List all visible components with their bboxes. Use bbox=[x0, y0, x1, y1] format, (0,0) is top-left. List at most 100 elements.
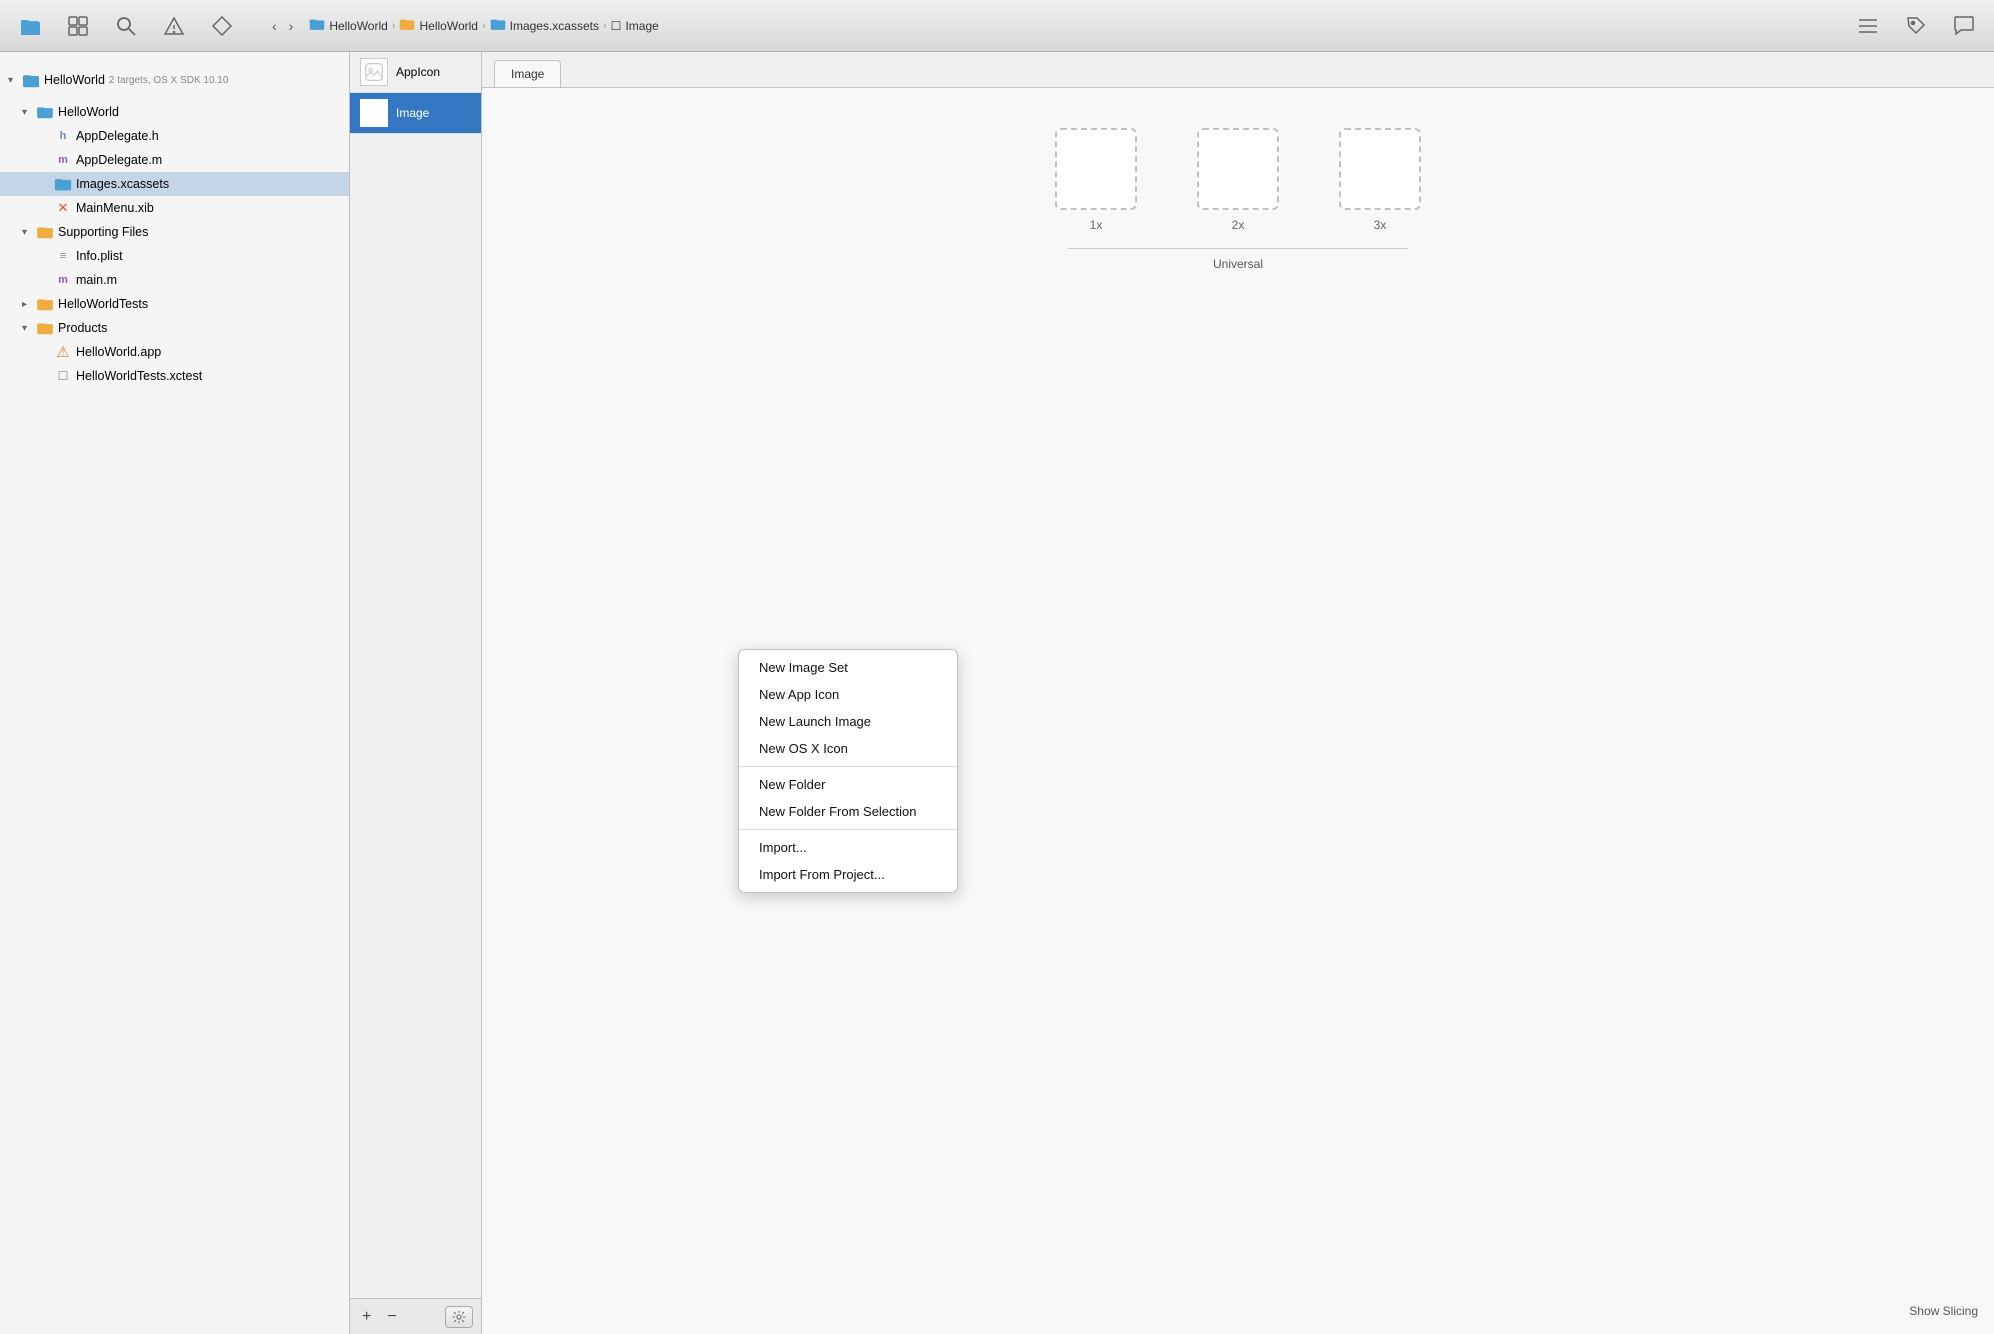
slot-label-2x: 2x bbox=[1232, 218, 1245, 232]
sidebar-item-helloworldtests-xctest[interactable]: ☐ HelloWorldTests.xctest bbox=[0, 364, 349, 388]
main-m-icon: m bbox=[54, 272, 72, 288]
context-menu-item-import[interactable]: Import... bbox=[739, 834, 957, 861]
sidebar-item-supporting-files[interactable]: Supporting Files bbox=[0, 220, 349, 244]
image-thumb bbox=[360, 99, 388, 127]
breadcrumb-forward[interactable]: › bbox=[285, 16, 298, 36]
editor-tab-bar: Image bbox=[482, 52, 1994, 88]
folder-icon[interactable] bbox=[16, 12, 44, 40]
breadcrumb: ‹ › HelloWorld › HelloWorld › Images.xca… bbox=[256, 16, 1834, 36]
mainmenu-xib-icon: ✕ bbox=[54, 200, 72, 216]
show-slicing-button[interactable]: Show Slicing bbox=[1909, 1304, 1978, 1318]
chat-icon[interactable] bbox=[1950, 12, 1978, 40]
slot-label-3x: 3x bbox=[1374, 218, 1387, 232]
breadcrumb-item-image[interactable]: ☐ Image bbox=[611, 19, 659, 33]
universal-label: Universal bbox=[1068, 248, 1408, 271]
appdelegate-h-label: AppDelegate.h bbox=[76, 129, 159, 143]
products-icon bbox=[36, 320, 54, 336]
image-slot-3x[interactable]: 3x bbox=[1339, 128, 1421, 232]
tag-icon[interactable] bbox=[1902, 12, 1930, 40]
breadcrumb-back[interactable]: ‹ bbox=[268, 16, 281, 36]
image-slot-2x[interactable]: 2x bbox=[1197, 128, 1279, 232]
context-menu-item-new-launch-image[interactable]: New Launch Image bbox=[739, 708, 957, 735]
sidebar-item-appdelegate-h[interactable]: h AppDelegate.h bbox=[0, 124, 349, 148]
helloworldtests-xctest-icon: ☐ bbox=[54, 368, 72, 384]
breadcrumb-item-helloworld[interactable]: HelloWorld bbox=[399, 17, 477, 34]
context-menu-item-new-folder-from-selection[interactable]: New Folder From Selection bbox=[739, 798, 957, 825]
main-m-label: main.m bbox=[76, 273, 117, 287]
breadcrumb-label-image: Image bbox=[625, 19, 658, 33]
helloworldtests-label: HelloWorldTests bbox=[58, 297, 148, 311]
diamond-icon[interactable] bbox=[208, 12, 236, 40]
asset-item-image[interactable]: Image bbox=[350, 93, 481, 134]
context-menu: New Image Set New App Icon New Launch Im… bbox=[738, 649, 958, 893]
context-menu-item-new-app-icon[interactable]: New App Icon bbox=[739, 681, 957, 708]
context-menu-divider-2 bbox=[739, 829, 957, 830]
products-label: Products bbox=[58, 321, 107, 335]
breadcrumb-label-xcassets: Images.xcassets bbox=[510, 19, 599, 33]
breadcrumb-item-xcassets[interactable]: Images.xcassets bbox=[490, 17, 599, 34]
warning-icon[interactable] bbox=[160, 12, 188, 40]
breadcrumb-folder-icon-1 bbox=[399, 17, 415, 34]
helloworldtests-arrow bbox=[22, 299, 36, 310]
breadcrumb-item-project[interactable]: HelloWorld bbox=[309, 17, 387, 34]
toolbar: ‹ › HelloWorld › HelloWorld › Images.xca… bbox=[0, 0, 1994, 52]
sidebar-item-helloworldtests[interactable]: HelloWorldTests bbox=[0, 292, 349, 316]
images-xcassets-label: Images.xcassets bbox=[76, 177, 169, 191]
supporting-files-arrow bbox=[22, 227, 36, 238]
editor-panel: Image 1x 2x 3x U bbox=[482, 52, 1994, 1334]
context-menu-item-import-from-project[interactable]: Import From Project... bbox=[739, 861, 957, 888]
asset-item-appicon[interactable]: AppIcon bbox=[350, 52, 481, 93]
slot-box-2x[interactable] bbox=[1197, 128, 1279, 210]
helloworld-group-arrow bbox=[22, 107, 36, 118]
editor-tab-image[interactable]: Image bbox=[494, 60, 561, 87]
breadcrumb-xcassets-icon bbox=[490, 17, 506, 34]
editor-content: 1x 2x 3x Universal bbox=[482, 88, 1994, 1334]
image-slots-row-universal: 1x 2x 3x bbox=[1055, 128, 1421, 232]
sidebar-item-mainmenu-xib[interactable]: ✕ MainMenu.xib bbox=[0, 196, 349, 220]
breadcrumb-label-helloworld: HelloWorld bbox=[329, 19, 387, 33]
breadcrumb-nav: ‹ › bbox=[268, 16, 297, 36]
appdelegate-m-icon: m bbox=[54, 152, 72, 168]
helloworldtests-icon bbox=[36, 296, 54, 312]
project-name: HelloWorld bbox=[44, 73, 105, 87]
context-menu-item-new-image-set[interactable]: New Image Set bbox=[739, 654, 957, 681]
sidebar-item-project-root[interactable]: HelloWorld 2 targets, OS X SDK 10.10 bbox=[0, 60, 349, 100]
sidebar-item-images-xcassets[interactable]: Images.xcassets bbox=[0, 172, 349, 196]
image-slots-container: 1x 2x 3x Universal bbox=[1055, 128, 1421, 271]
slot-box-1x[interactable] bbox=[1055, 128, 1137, 210]
add-asset-button[interactable]: + bbox=[358, 1306, 375, 1328]
search-icon[interactable] bbox=[112, 12, 140, 40]
project-icon bbox=[22, 72, 40, 88]
image-slot-1x[interactable]: 1x bbox=[1055, 128, 1137, 232]
slot-label-1x: 1x bbox=[1090, 218, 1103, 232]
context-menu-item-new-os-x-icon[interactable]: New OS X Icon bbox=[739, 735, 957, 762]
project-subtitle: 2 targets, OS X SDK 10.10 bbox=[109, 75, 229, 86]
sidebar-item-helloworld-app[interactable]: ⚠ HelloWorld.app bbox=[0, 340, 349, 364]
appicon-thumb bbox=[360, 58, 388, 86]
products-arrow bbox=[22, 323, 36, 334]
supporting-files-icon bbox=[36, 224, 54, 240]
breadcrumb-image-icon: ☐ bbox=[611, 19, 622, 33]
grid-icon[interactable] bbox=[64, 12, 92, 40]
list-icon[interactable] bbox=[1854, 12, 1882, 40]
image-label: Image bbox=[396, 106, 429, 120]
appdelegate-h-icon: h bbox=[54, 128, 72, 144]
context-menu-divider-1 bbox=[739, 766, 957, 767]
helloworld-folder-icon bbox=[36, 104, 54, 120]
file-tree: HelloWorld 2 targets, OS X SDK 10.10 Hel… bbox=[0, 52, 349, 1334]
context-menu-item-new-folder[interactable]: New Folder bbox=[739, 771, 957, 798]
slot-box-3x[interactable] bbox=[1339, 128, 1421, 210]
asset-settings-button[interactable] bbox=[445, 1306, 473, 1328]
helloworld-app-label: HelloWorld.app bbox=[76, 345, 161, 359]
breadcrumb-sep-1: › bbox=[392, 20, 396, 32]
sidebar-item-appdelegate-m[interactable]: m AppDelegate.m bbox=[0, 148, 349, 172]
helloworld-app-icon: ⚠ bbox=[54, 344, 72, 360]
helloworldtests-xctest-label: HelloWorldTests.xctest bbox=[76, 369, 202, 383]
breadcrumb-label-helloworld2: HelloWorld bbox=[419, 19, 477, 33]
sidebar-item-info-plist[interactable]: ≡ Info.plist bbox=[0, 244, 349, 268]
remove-asset-button[interactable]: − bbox=[383, 1306, 400, 1328]
appdelegate-m-label: AppDelegate.m bbox=[76, 153, 162, 167]
sidebar-item-products[interactable]: Products bbox=[0, 316, 349, 340]
sidebar-item-helloworld-group[interactable]: HelloWorld bbox=[0, 100, 349, 124]
sidebar-item-main-m[interactable]: m main.m bbox=[0, 268, 349, 292]
